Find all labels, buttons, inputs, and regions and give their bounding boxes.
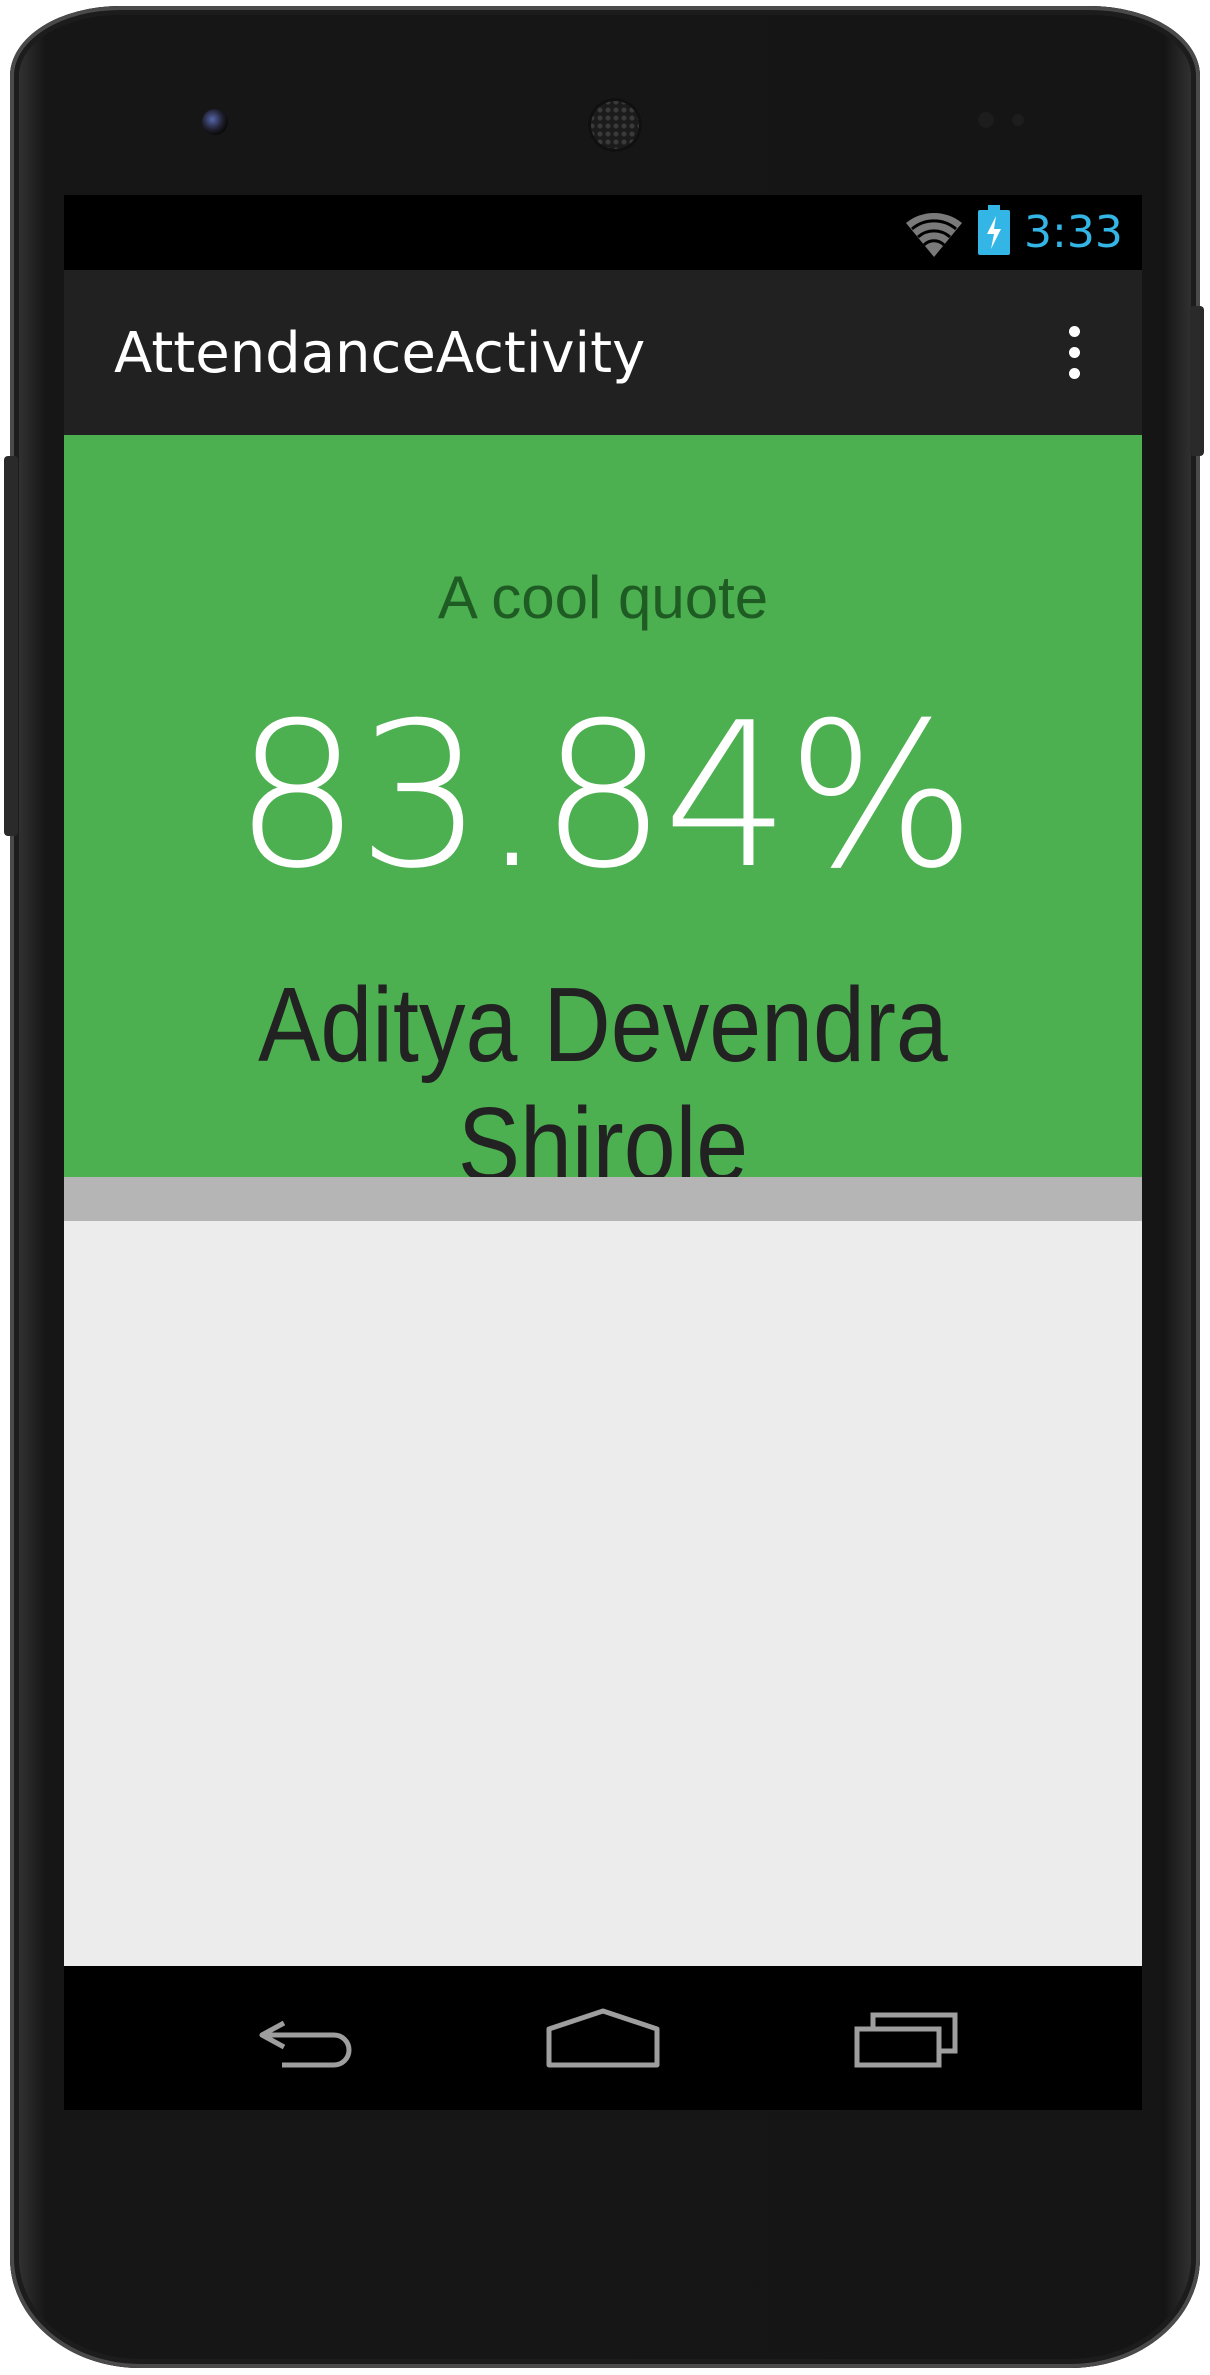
card-shadow-divider <box>64 1177 1142 1221</box>
attendance-percentage: 83.84% <box>233 680 977 913</box>
status-bar: 3:33 <box>64 195 1142 270</box>
screen: 3:33 AttendanceActivity A cool quote 83.… <box>64 195 1142 2110</box>
battery-charging-icon <box>978 205 1010 255</box>
power-button <box>1190 306 1204 456</box>
attendance-card: A cool quote 83.84% Aditya Devendra Shir… <box>64 435 1142 1204</box>
quote-text: A cool quote <box>437 564 769 631</box>
earpiece-speaker <box>588 98 642 152</box>
light-sensor <box>1012 114 1024 126</box>
back-button[interactable] <box>239 1994 379 2084</box>
front-camera <box>202 109 228 135</box>
home-button[interactable] <box>533 1994 673 2084</box>
back-icon <box>259 2020 352 2068</box>
wifi-icon <box>906 212 962 257</box>
student-name: Aditya Devendra Shirole <box>258 966 948 1204</box>
action-bar: AttendanceActivity <box>64 270 1142 435</box>
status-clock: 3:33 <box>1024 207 1123 258</box>
navigation-bar <box>64 1966 1142 2110</box>
page-title: AttendanceActivity <box>114 321 646 386</box>
more-vert-icon[interactable] <box>1064 326 1084 382</box>
recents-icon <box>854 2012 958 2068</box>
home-icon <box>546 2008 660 2068</box>
volume-button <box>4 456 18 836</box>
proximity-sensor <box>978 112 994 128</box>
content-area <box>64 1221 1142 1966</box>
recents-button[interactable] <box>836 1994 976 2084</box>
